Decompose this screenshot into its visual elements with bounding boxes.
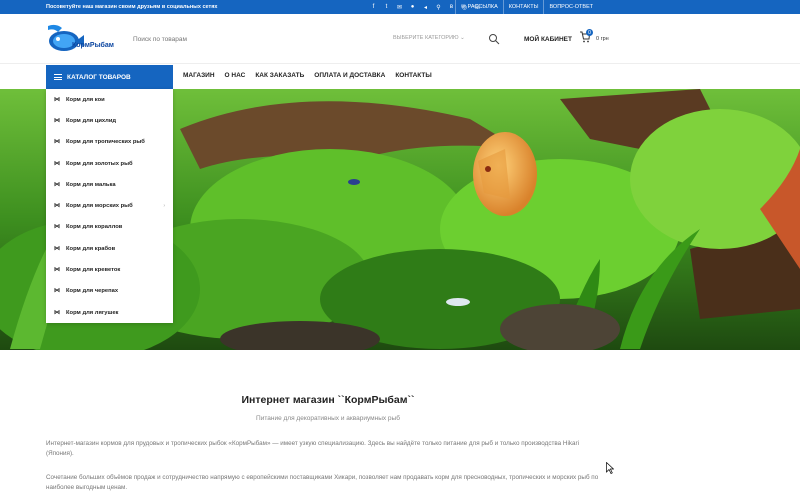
page-title: Интернет магазин ``КормРыбам`` <box>241 394 415 406</box>
site-logo[interactable] <box>46 23 116 57</box>
odnoklassniki-icon[interactable]: ⚲ <box>434 2 443 12</box>
catalog-item-goldfish[interactable]: ⋈ Корм для золотых рыб <box>46 153 173 174</box>
catalog-button[interactable]: КАТАЛОГ ТОВАРОВ <box>46 65 173 89</box>
promo-text: Посоветуйте наш магазин своим друзьям в … <box>46 4 218 10</box>
catalog-item-corals[interactable]: ⋈ Корм для кораллов <box>46 217 173 238</box>
nav-item-how-to-order[interactable]: КАК ЗАКАЗАТЬ <box>255 72 304 79</box>
frog-icon: ⋈ <box>54 309 60 316</box>
facebook-icon[interactable]: f <box>369 2 378 12</box>
site-header: КормРыбам ВЫБЕРИТЕ КАТЕГОРИЮ ⌄ МОЙ КАБИН… <box>0 14 800 64</box>
intro-paragraph: Интернет-магазин кормов для прудовых и т… <box>46 440 579 457</box>
chevron-down-icon: ⌄ <box>460 35 465 41</box>
cart-total: 0 грн <box>596 36 609 42</box>
cart-count-badge: 0 <box>586 29 593 36</box>
nav-item-payment-delivery[interactable]: ОПЛАТА И ДОСТАВКА <box>314 72 385 79</box>
twitter-icon[interactable]: t <box>382 2 391 12</box>
telegram-icon[interactable]: ◂ <box>421 2 430 12</box>
email-icon[interactable]: ✉ <box>395 2 404 12</box>
goldfish-icon: ⋈ <box>54 160 60 167</box>
catalog-item-cichlid[interactable]: ⋈ Корм для цихлид <box>46 110 173 131</box>
faq-link[interactable]: ВОПРОС-ОТВЕТ <box>543 0 598 14</box>
logo-text: КормРыбам <box>72 42 114 49</box>
mouse-cursor-icon <box>606 462 614 474</box>
catalog-item-fry[interactable]: ⋈ Корм для малька <box>46 174 173 195</box>
coral-icon: ⋈ <box>54 224 60 231</box>
logo-fish-icon <box>48 24 84 51</box>
catalog-item-tropical[interactable]: ⋈ Корм для тропических рыб <box>46 132 173 153</box>
search-icon[interactable] <box>488 33 500 45</box>
menu-icon <box>54 74 62 80</box>
category-select[interactable]: ВЫБЕРИТЕ КАТЕГОРИЮ ⌄ <box>393 35 465 41</box>
nav-item-contacts[interactable]: КОНТАКТЫ <box>395 72 431 79</box>
catalog-menu: ⋈ Корм для кои ⋈ Корм для цихлид ⋈ Корм для… <box>46 89 173 323</box>
main-nav: МАГАЗИН О НАС КАК ЗАКАЗАТЬ ОПЛАТА И ДОСТ… <box>183 72 432 79</box>
fry-icon: ⋈ <box>54 181 60 188</box>
catalog-item-frogs[interactable]: ⋈ Корм для лягушек <box>46 302 173 323</box>
account-link[interactable]: МОЙ КАБИНЕТ <box>524 36 572 43</box>
search-bar: ВЫБЕРИТЕ КАТЕГОРИЮ ⌄ <box>128 31 508 47</box>
pinterest-icon[interactable]: ● <box>408 2 417 12</box>
catalog-item-marine[interactable]: ⋈ Корм для морских рыб › <box>46 195 173 216</box>
marine-fish-icon: ⋈ <box>54 203 60 210</box>
koi-icon: ⋈ <box>54 96 60 103</box>
catalog-item-turtles[interactable]: ⋈ Корм для черепах <box>46 281 173 302</box>
tropical-fish-icon: ⋈ <box>54 139 60 146</box>
turtle-icon: ⋈ <box>54 288 60 295</box>
cichlid-icon: ⋈ <box>54 117 60 124</box>
top-bar: Посоветуйте наш магазин своим друзьям в … <box>0 0 800 14</box>
chevron-right-icon: › <box>163 203 165 210</box>
top-links: ✉ РАССЫЛКА КОНТАКТЫ ВОПРОС-ОТВЕТ <box>455 0 598 14</box>
envelope-icon: ✉ <box>461 4 466 10</box>
page-subtitle: Питание для декоративных и аквариумных р… <box>256 415 400 422</box>
cart-button[interactable]: 0 0 грн <box>579 29 619 47</box>
nav-item-shop[interactable]: МАГАЗИН <box>183 72 215 79</box>
contacts-link[interactable]: КОНТАКТЫ <box>502 0 544 14</box>
nav-item-about[interactable]: О НАС <box>225 72 246 79</box>
catalog-item-koi[interactable]: ⋈ Корм для кои <box>46 89 173 110</box>
shrimp-icon: ⋈ <box>54 267 60 274</box>
catalog-item-shrimp[interactable]: ⋈ Корм для креветок <box>46 259 173 280</box>
newsletter-link[interactable]: ✉ РАССЫЛКА <box>455 0 503 14</box>
catalog-item-crabs[interactable]: ⋈ Корм для крабов <box>46 238 173 259</box>
details-paragraph: Сочетание больших объёмов продаж и сотру… <box>46 474 599 491</box>
crab-icon: ⋈ <box>54 245 60 252</box>
search-input[interactable] <box>128 31 378 47</box>
